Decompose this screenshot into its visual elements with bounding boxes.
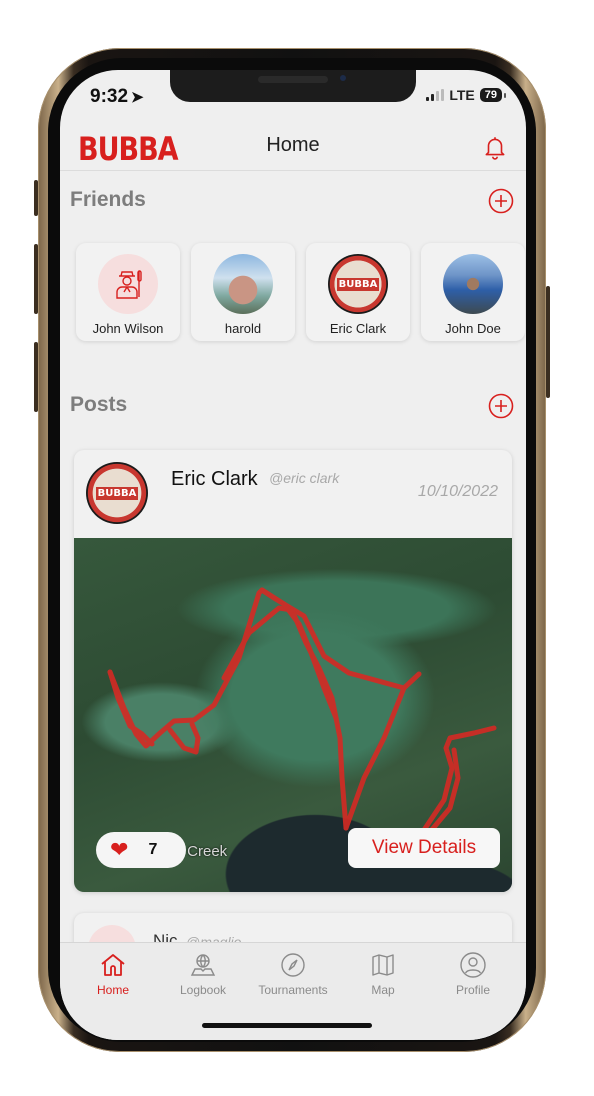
- avatar: [443, 254, 503, 314]
- avatar: [98, 254, 158, 314]
- compass-icon: [281, 953, 305, 977]
- app-header: BUBBA Home: [60, 122, 526, 171]
- heart-icon: ❤: [110, 837, 129, 862]
- tab-home[interactable]: Home: [68, 951, 158, 997]
- friend-card[interactable]: John Doe: [421, 243, 525, 341]
- status-indicators: LTE 79: [426, 87, 507, 103]
- post-route-map[interactable]: ck Creek ❤ 7 View Details: [74, 538, 512, 892]
- post-date: 10/10/2022: [417, 483, 498, 500]
- post-card[interactable]: BUBBA Eric Clark @eric clark 10/10/2022 …: [74, 450, 512, 892]
- post-avatar[interactable]: BUBBA: [86, 462, 148, 524]
- battery-icon: 79: [479, 88, 507, 102]
- tab-tournaments[interactable]: Tournaments: [248, 951, 338, 997]
- avatar: BUBBA: [328, 254, 388, 314]
- posts-title: Posts: [70, 393, 128, 416]
- logbook-icon: [190, 954, 216, 976]
- angler-placeholder-icon: [116, 270, 142, 299]
- add-friend-button[interactable]: [488, 188, 514, 214]
- signal-icon: [426, 89, 445, 101]
- speaker: [258, 76, 328, 83]
- tab-label: Profile: [455, 983, 490, 997]
- view-details-button[interactable]: View Details: [348, 828, 500, 868]
- friend-card[interactable]: harold: [191, 243, 295, 341]
- tab-map[interactable]: Map: [338, 951, 428, 997]
- friends-list[interactable]: John Wilson harold BUBBA Eric Clark John…: [76, 243, 525, 341]
- friend-card[interactable]: John Wilson: [76, 243, 180, 341]
- home-indicator[interactable]: [202, 1023, 372, 1028]
- tab-label: Map: [371, 983, 395, 997]
- friend-name: John Doe: [445, 321, 501, 336]
- route-line: [221, 605, 349, 831]
- location-arrow-icon: ➤: [131, 89, 144, 106]
- status-time: 9:32 ➤: [90, 86, 144, 108]
- camera: [340, 75, 346, 81]
- add-post-button[interactable]: [488, 393, 514, 419]
- tab-label: Logbook: [179, 983, 227, 997]
- mute-switch: [34, 180, 38, 216]
- power-button: [546, 286, 550, 398]
- route-line: [167, 721, 201, 755]
- notification-bell-icon[interactable]: [482, 134, 508, 160]
- map-icon: [372, 954, 394, 976]
- friend-name: John Wilson: [92, 321, 164, 336]
- app-screen: 9:32 ➤ LTE 79 BUBBA Home Friends John Wil…: [60, 70, 526, 1040]
- profile-icon: [460, 952, 486, 978]
- route-line: [343, 685, 407, 831]
- friend-name: harold: [224, 321, 262, 336]
- badge-text: BUBBA: [336, 277, 380, 291]
- tab-profile[interactable]: Profile: [428, 951, 518, 997]
- tab-label: Home: [96, 983, 129, 997]
- time-text: 9:32: [90, 86, 129, 107]
- volume-up-button: [34, 244, 38, 314]
- post-handle: @eric clark: [269, 470, 340, 486]
- like-button[interactable]: ❤ 7: [96, 832, 186, 868]
- avatar: [213, 254, 273, 314]
- home-icon: [101, 954, 125, 976]
- network-type: LTE: [449, 87, 475, 103]
- route-line: [107, 587, 422, 749]
- badge-text: BUBBA: [95, 486, 139, 500]
- volume-down-button: [34, 342, 38, 412]
- post-author[interactable]: Eric Clark: [171, 468, 258, 491]
- notch: [170, 70, 416, 102]
- tab-logbook[interactable]: Logbook: [158, 951, 248, 997]
- tab-label: Tournaments: [258, 983, 328, 997]
- page-title: Home: [266, 134, 320, 156]
- friends-title: Friends: [70, 188, 146, 211]
- friend-name: Eric Clark: [329, 321, 387, 336]
- friend-card[interactable]: BUBBA Eric Clark: [306, 243, 410, 341]
- like-count: 7: [148, 841, 158, 858]
